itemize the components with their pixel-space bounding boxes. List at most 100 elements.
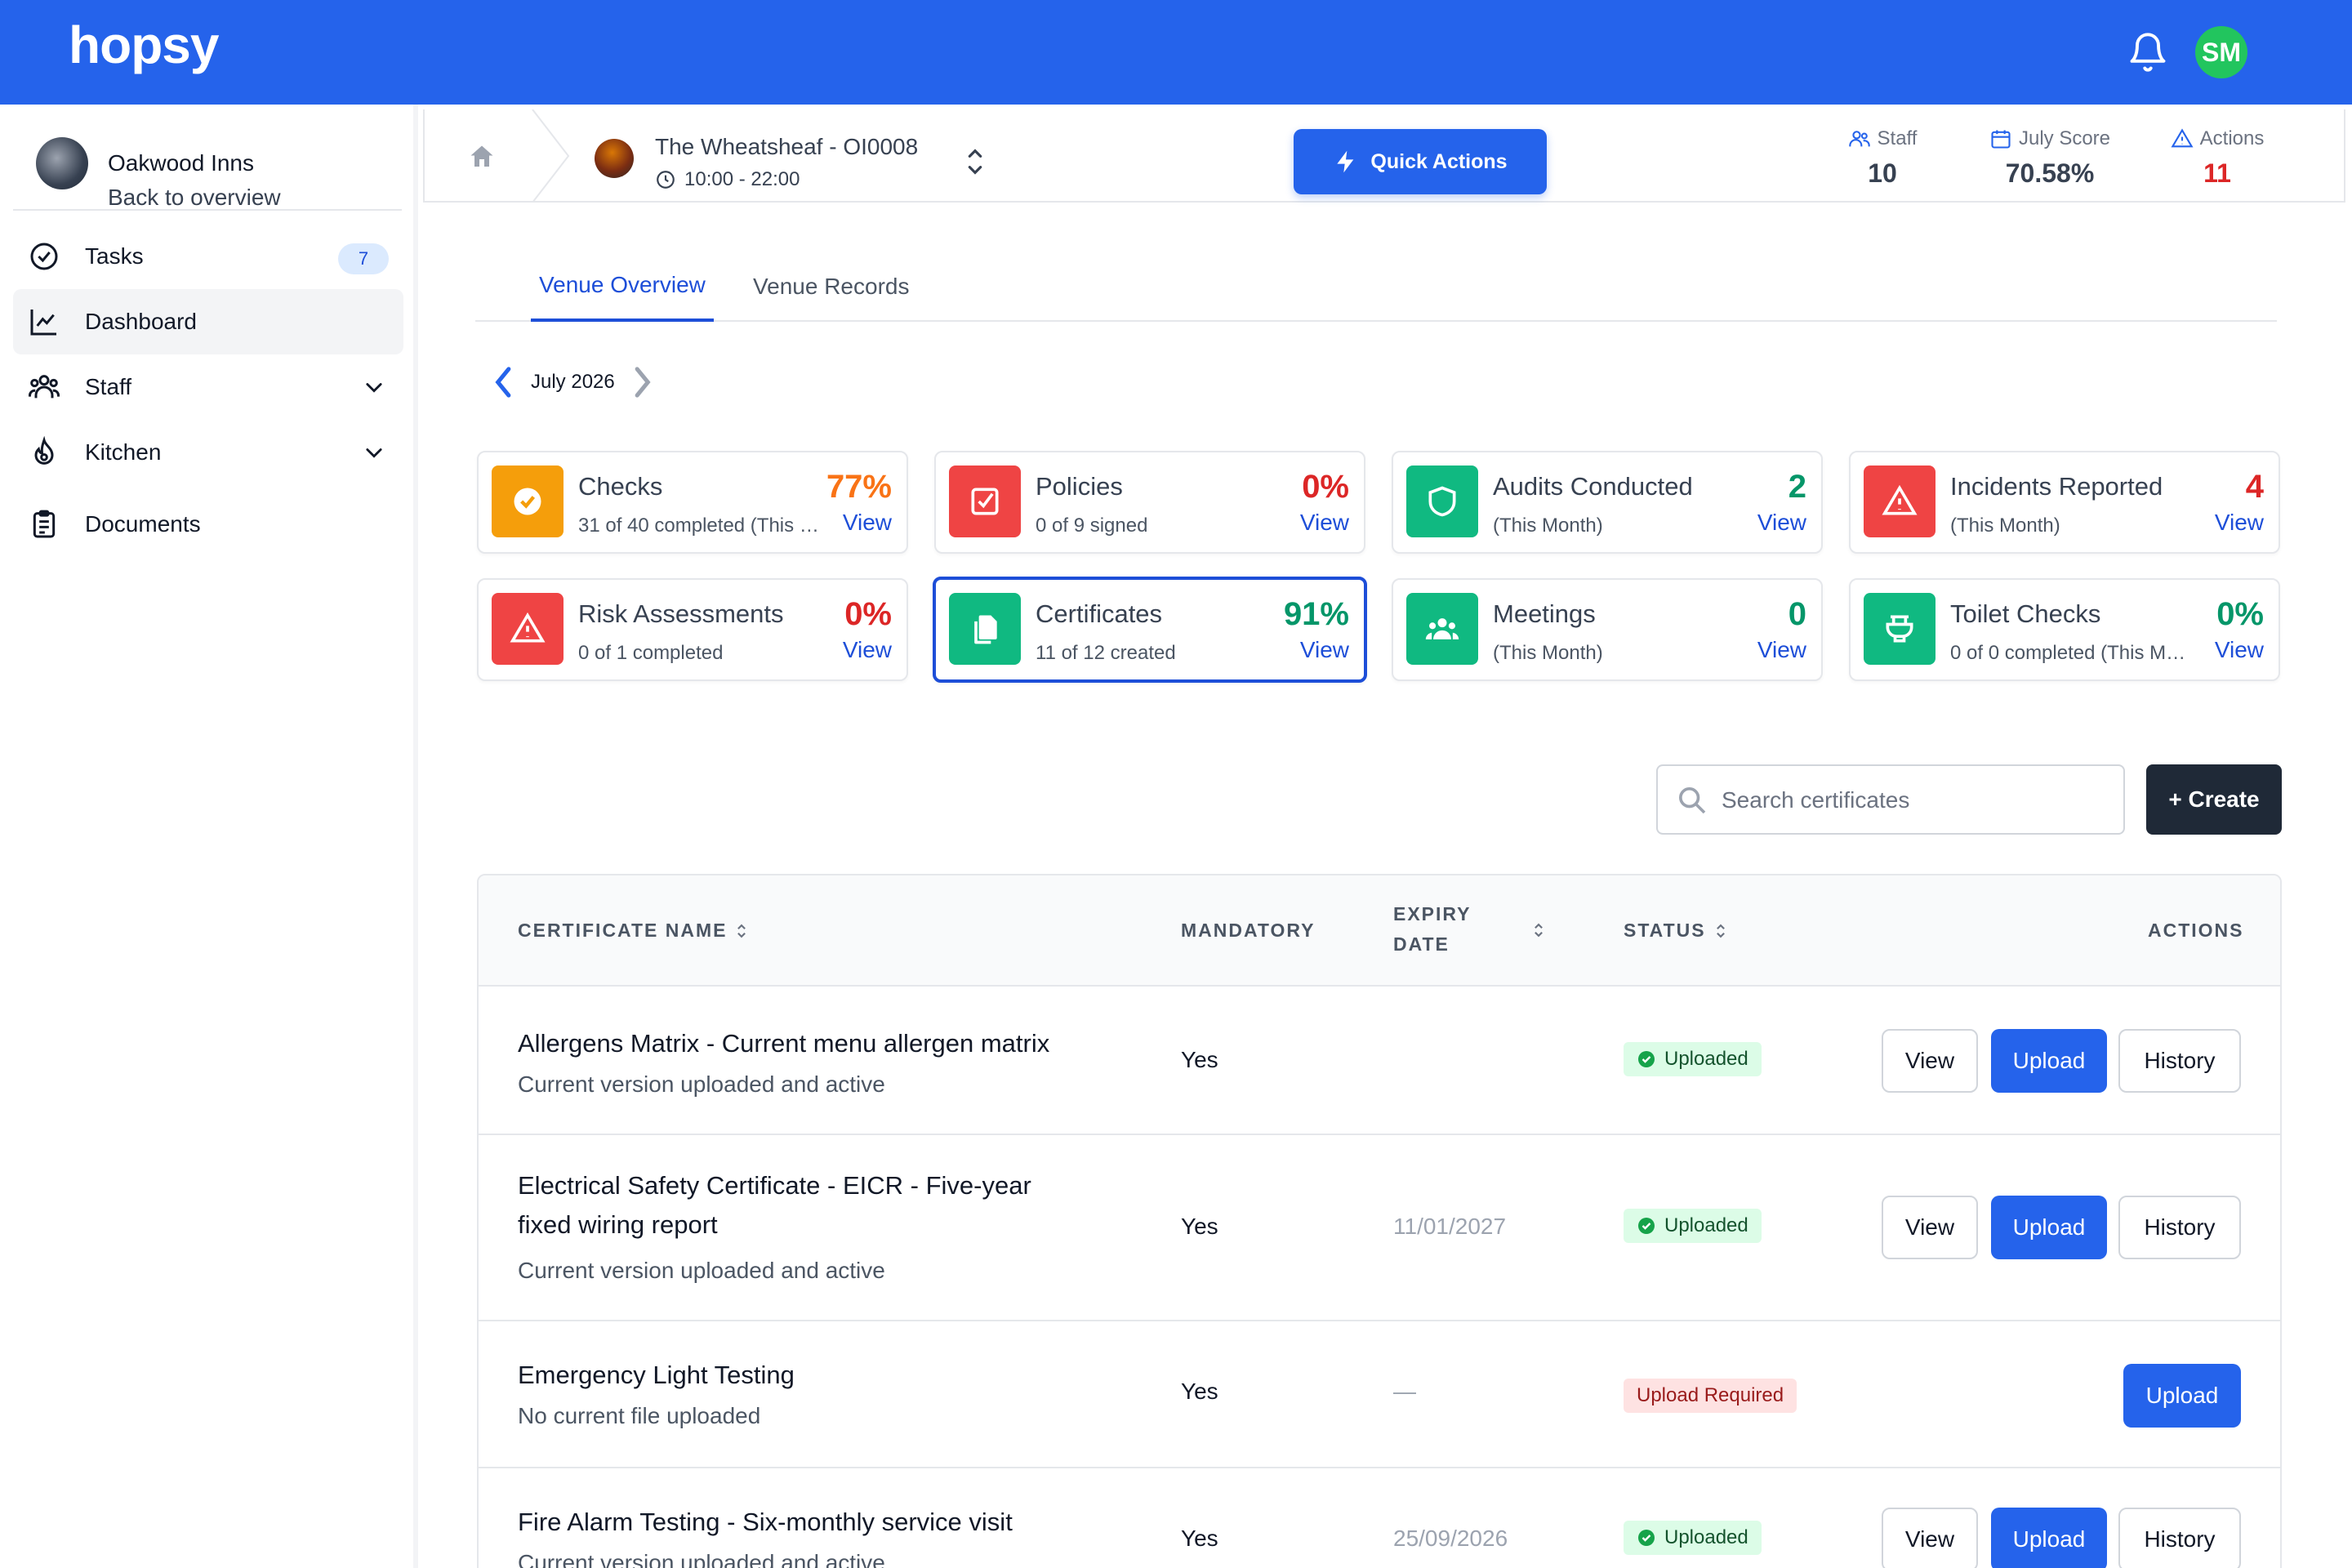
chevron-down-icon[interactable] bbox=[363, 376, 385, 399]
sidebar-item-tasks[interactable]: Tasks 7 bbox=[13, 224, 403, 289]
warning-triangle-icon bbox=[2171, 128, 2194, 148]
upload-button[interactable]: Upload bbox=[1991, 1196, 2107, 1259]
certificate-name: Fire Alarm Testing - Six-monthly service… bbox=[518, 1508, 1013, 1536]
org-switcher[interactable]: Oakwood Inns Back to overview bbox=[13, 121, 402, 211]
warning-triangle-icon bbox=[1882, 484, 1918, 515]
view-button[interactable]: View bbox=[1882, 1508, 1978, 1568]
card-view-link[interactable]: View bbox=[2215, 510, 2264, 536]
status-text: Uploaded bbox=[1664, 1048, 1748, 1070]
history-button[interactable]: History bbox=[2118, 1029, 2241, 1093]
status-badge: Uploaded bbox=[1624, 1042, 1762, 1076]
chevron-down-icon[interactable] bbox=[363, 441, 385, 464]
card-policies[interactable]: Policies 0 of 9 signed 0% View bbox=[934, 451, 1365, 554]
mandatory-value: Yes bbox=[1181, 1047, 1218, 1072]
sidebar-item-dashboard[interactable]: Dashboard bbox=[13, 289, 403, 354]
header-label: DATE bbox=[1393, 933, 1450, 955]
card-view-link[interactable]: View bbox=[1757, 510, 1806, 536]
card-certificates[interactable]: Certificates 11 of 12 created 91% View bbox=[933, 577, 1367, 683]
certificate-description: Current version uploaded and active bbox=[518, 1071, 885, 1097]
main-content: The Wheatsheaf - OI0008 10:00 - 22:00 Qu… bbox=[423, 105, 2352, 1568]
card-view-link[interactable]: View bbox=[1300, 510, 1349, 536]
stat-score[interactable]: July Score 70.58% bbox=[1960, 127, 2140, 189]
mandatory-value: Yes bbox=[1181, 1214, 1218, 1239]
status-badge: Upload Required bbox=[1624, 1379, 1797, 1413]
view-button[interactable]: View bbox=[1882, 1196, 1978, 1259]
status-text: Uploaded bbox=[1664, 1526, 1748, 1548]
clipboard-icon bbox=[33, 510, 56, 538]
upload-button[interactable]: Upload bbox=[1991, 1508, 2107, 1568]
clock-icon bbox=[657, 171, 675, 189]
tab-venue-records[interactable]: Venue Records bbox=[745, 252, 917, 322]
stat-actions-label: Actions bbox=[2199, 127, 2265, 149]
card-checks[interactable]: Checks 31 of 40 completed (This Month) 7… bbox=[477, 451, 908, 554]
upload-button[interactable]: Upload bbox=[1991, 1029, 2107, 1093]
venue-name: The Wheatsheaf - OI0008 bbox=[655, 134, 919, 159]
certificate-description: Current version uploaded and active bbox=[518, 1258, 885, 1283]
header-status[interactable]: STATUS bbox=[1624, 920, 1727, 942]
history-button[interactable]: History bbox=[2118, 1196, 2241, 1259]
certificate-name: Allergens Matrix - Current menu allergen… bbox=[518, 1029, 1050, 1058]
header-actions: ACTIONS bbox=[2148, 920, 2244, 941]
table-row: Emergency Light Testing No current file … bbox=[479, 1321, 2280, 1468]
bell-icon[interactable] bbox=[2127, 31, 2169, 74]
chevron-right-icon[interactable] bbox=[630, 364, 654, 400]
card-subtitle: 0 of 1 completed bbox=[578, 642, 724, 664]
tab-venue-overview[interactable]: Venue Overview bbox=[531, 252, 714, 322]
back-to-overview-link[interactable]: Back to overview bbox=[108, 185, 281, 211]
card-title: Risk Assessments bbox=[578, 599, 784, 628]
card-subtitle: (This Month) bbox=[1493, 514, 1603, 537]
card-title: Meetings bbox=[1493, 599, 1596, 628]
sidebar-item-kitchen[interactable]: Kitchen bbox=[13, 420, 403, 485]
status-badge: Uploaded bbox=[1624, 1521, 1762, 1555]
home-icon[interactable] bbox=[467, 142, 497, 172]
warning-triangle-icon bbox=[510, 612, 546, 643]
mandatory-value: Yes bbox=[1181, 1526, 1218, 1551]
card-view-link[interactable]: View bbox=[1757, 637, 1806, 663]
status-text: Upload Required bbox=[1637, 1384, 1784, 1406]
sidebar-item-staff[interactable]: Staff bbox=[13, 354, 403, 420]
card-title: Incidents Reported bbox=[1950, 472, 2163, 501]
edit-square-icon bbox=[971, 488, 999, 515]
chevron-up-down-icon[interactable] bbox=[964, 145, 987, 178]
card-view-link[interactable]: View bbox=[2215, 637, 2264, 663]
upload-button[interactable]: Upload bbox=[2123, 1364, 2241, 1428]
create-button[interactable]: + Create bbox=[2146, 764, 2282, 835]
certificate-description: No current file uploaded bbox=[518, 1403, 761, 1428]
venue-hours-text: 10:00 - 22:00 bbox=[684, 168, 800, 190]
card-meetings[interactable]: Meetings (This Month) 0 View bbox=[1392, 578, 1823, 681]
mandatory-value: Yes bbox=[1181, 1379, 1218, 1404]
search-input[interactable] bbox=[1722, 768, 2114, 833]
table-row: Fire Alarm Testing - Six-monthly service… bbox=[479, 1468, 2280, 1568]
card-audits[interactable]: Audits Conducted (This Month) 2 View bbox=[1392, 451, 1823, 554]
header-label: CERTIFICATE NAME bbox=[518, 920, 728, 941]
card-toilet-checks[interactable]: Toilet Checks 0 of 0 completed (This Mon… bbox=[1849, 578, 2280, 681]
venue-avatar bbox=[595, 139, 634, 178]
view-button[interactable]: View bbox=[1882, 1029, 1978, 1093]
calendar-icon bbox=[1991, 130, 2011, 149]
venue-hours: 10:00 - 22:00 bbox=[655, 168, 800, 191]
card-value: 4 bbox=[2245, 469, 2264, 505]
sidebar-item-documents[interactable]: Documents bbox=[13, 492, 403, 557]
status-badge: Uploaded bbox=[1624, 1209, 1762, 1243]
search-box bbox=[1656, 764, 2125, 835]
certificates-table: CERTIFICATE NAME MANDATORY EXPIRY DATE S… bbox=[477, 874, 2282, 1568]
breadcrumb-separator-icon bbox=[532, 109, 570, 203]
header-expiry-date[interactable]: EXPIRY DATE bbox=[1393, 903, 1548, 956]
stat-staff[interactable]: Staff 10 bbox=[1829, 127, 1936, 189]
card-incidents[interactable]: Incidents Reported (This Month) 4 View bbox=[1849, 451, 2280, 554]
chevron-left-icon[interactable] bbox=[492, 364, 516, 400]
header-certificate-name[interactable]: CERTIFICATE NAME bbox=[518, 920, 748, 942]
card-view-link[interactable]: View bbox=[1300, 637, 1349, 663]
quick-actions-button[interactable]: Quick Actions bbox=[1294, 129, 1547, 194]
stat-staff-value: 10 bbox=[1868, 158, 1897, 188]
card-view-link[interactable]: View bbox=[843, 510, 892, 536]
toilet-icon bbox=[1886, 615, 1913, 643]
user-avatar[interactable]: SM bbox=[2195, 26, 2247, 78]
stat-actions[interactable]: Actions 11 bbox=[2148, 127, 2287, 189]
card-risk-assessments[interactable]: Risk Assessments 0 of 1 completed 0% Vie… bbox=[477, 578, 908, 681]
card-title: Toilet Checks bbox=[1950, 599, 2101, 628]
header-label: EXPIRY bbox=[1393, 903, 1472, 924]
app-logo[interactable]: hopsy bbox=[69, 15, 219, 75]
card-view-link[interactable]: View bbox=[843, 637, 892, 663]
history-button[interactable]: History bbox=[2118, 1508, 2241, 1568]
